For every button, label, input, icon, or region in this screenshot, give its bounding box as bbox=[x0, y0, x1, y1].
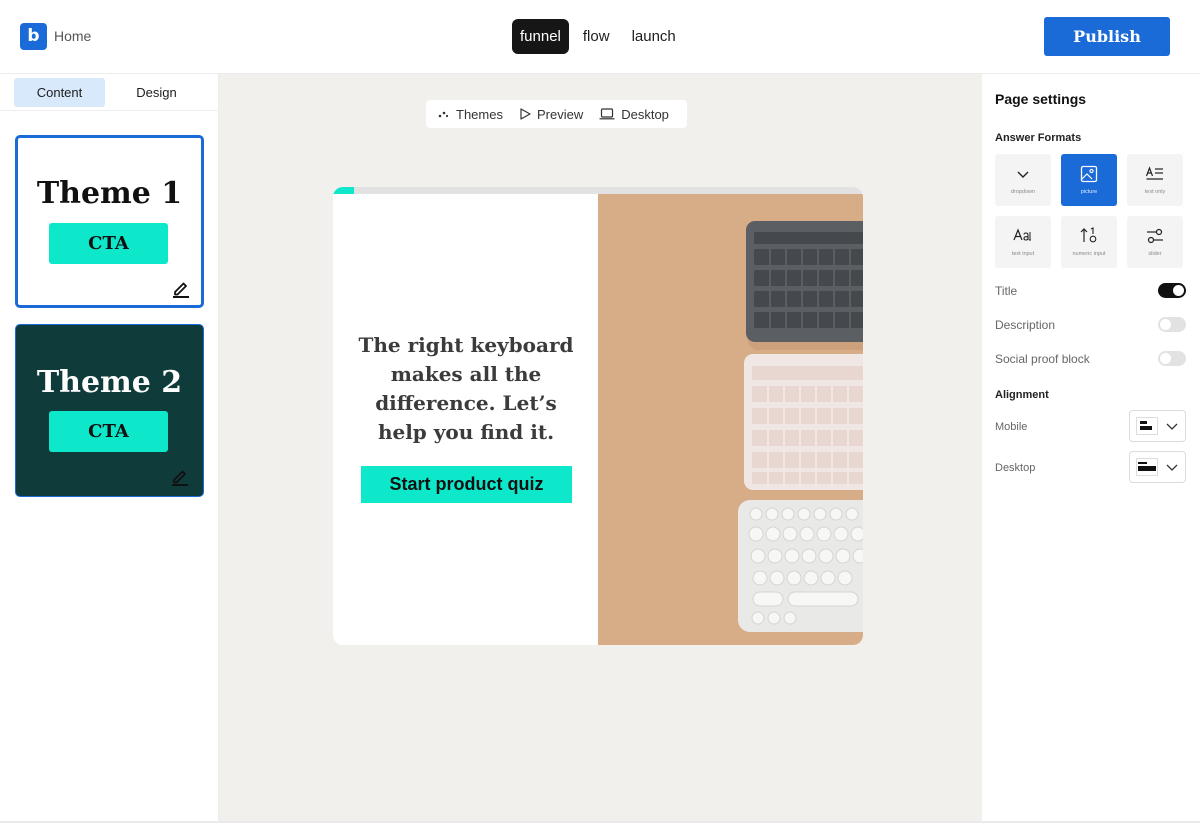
format-text-input[interactable]: text input bbox=[995, 216, 1051, 268]
chevron-down-icon bbox=[1166, 423, 1178, 430]
alignment-desktop-label: Desktop bbox=[995, 462, 1036, 474]
toggle-knob bbox=[1173, 285, 1184, 296]
description-toggle[interactable] bbox=[1158, 317, 1186, 332]
mobile-alignment-select[interactable] bbox=[1129, 410, 1186, 442]
answer-formats-heading: Answer Formats bbox=[995, 132, 1082, 144]
format-picture[interactable]: picture bbox=[1061, 154, 1117, 206]
format-dropdown[interactable]: dropdown bbox=[995, 154, 1051, 206]
themes-button[interactable]: Themes bbox=[438, 107, 503, 122]
theme-card-cta: CTA bbox=[49, 223, 168, 264]
canvas-toolbar: Themes Preview Desktop bbox=[426, 100, 687, 128]
laptop-icon bbox=[599, 108, 615, 120]
format-label: picture bbox=[1080, 189, 1098, 195]
progress-bar bbox=[333, 187, 863, 194]
toggle-knob bbox=[1160, 353, 1171, 364]
page-settings-panel: Page settings Answer Formats dropdown pi… bbox=[982, 74, 1200, 823]
start-quiz-button[interactable]: Start product quiz bbox=[361, 466, 572, 503]
edit-icon[interactable] bbox=[171, 278, 191, 298]
format-label: dropdown bbox=[1010, 189, 1036, 195]
left-panel-tabs: Content Design bbox=[0, 74, 219, 111]
align-full-icon bbox=[1136, 458, 1158, 476]
text-only-icon bbox=[1145, 166, 1163, 180]
step-funnel[interactable]: funnel bbox=[512, 19, 569, 54]
theme-card-1[interactable]: Theme 1 CTA bbox=[15, 135, 204, 308]
chevron-down-icon bbox=[1017, 171, 1029, 178]
home-link[interactable]: Home bbox=[54, 28, 91, 44]
format-label: numeric input bbox=[1072, 251, 1106, 257]
themes-label: Themes bbox=[456, 106, 503, 122]
top-bar: b Home funnel flow launch Publish bbox=[0, 0, 1200, 74]
format-numeric-input[interactable]: numeric input bbox=[1061, 216, 1117, 268]
toggle-knob bbox=[1160, 319, 1171, 330]
title-toggle[interactable] bbox=[1158, 283, 1186, 298]
play-icon bbox=[520, 108, 531, 120]
image-icon bbox=[1080, 165, 1098, 183]
theme-card-title: Theme 1 bbox=[36, 176, 183, 211]
preview-headline[interactable]: The right keyboard makes all the differe… bbox=[355, 331, 577, 447]
format-label: slider bbox=[1148, 251, 1162, 257]
toggle-social-proof-label: Social proof block bbox=[995, 352, 1090, 366]
theme-card-title: Theme 2 bbox=[36, 365, 183, 400]
device-button[interactable]: Desktop bbox=[599, 107, 669, 122]
tab-design[interactable]: Design bbox=[111, 78, 202, 107]
format-text-only[interactable]: text only bbox=[1127, 154, 1183, 206]
numeric-input-icon bbox=[1080, 227, 1097, 243]
social-proof-toggle[interactable] bbox=[1158, 351, 1186, 366]
left-panel: Content Design Theme 1 CTA Theme 2 CTA bbox=[0, 74, 219, 823]
keyboards-image bbox=[598, 194, 863, 645]
theme-card-2[interactable]: Theme 2 CTA bbox=[15, 324, 204, 497]
device-label: Desktop bbox=[621, 106, 669, 122]
toggle-description-label: Description bbox=[995, 318, 1056, 332]
preview-label: Preview bbox=[536, 106, 584, 122]
alignment-heading: Alignment bbox=[995, 389, 1049, 401]
align-left-icon bbox=[1136, 417, 1158, 435]
step-launch[interactable]: launch bbox=[624, 19, 684, 54]
desktop-alignment-select[interactable] bbox=[1129, 451, 1186, 483]
slider-icon bbox=[1147, 228, 1163, 244]
tab-content[interactable]: Content bbox=[14, 78, 105, 107]
answer-formats-grid: dropdown picture text only text input nu… bbox=[995, 154, 1183, 268]
theme-card-cta: CTA bbox=[49, 411, 168, 452]
format-slider[interactable]: slider bbox=[1127, 216, 1183, 268]
panel-title: Page settings bbox=[995, 91, 1087, 107]
sparkle-icon bbox=[438, 111, 449, 118]
keyboards-illustration bbox=[738, 221, 863, 632]
alignment-mobile-label: Mobile bbox=[995, 421, 1028, 433]
editor-canvas: Themes Preview Desktop The right keyboar… bbox=[219, 74, 982, 823]
format-label: text input bbox=[1011, 251, 1035, 257]
funnel-preview-card: The right keyboard makes all the differe… bbox=[333, 187, 863, 645]
toggle-title-label: Title bbox=[995, 284, 1018, 298]
progress-bar-fill bbox=[333, 187, 355, 194]
app-logo[interactable]: b bbox=[20, 23, 47, 50]
funnel-steps-nav: funnel flow launch bbox=[512, 19, 684, 54]
text-input-icon bbox=[1013, 228, 1031, 241]
preview-button[interactable]: Preview bbox=[519, 107, 583, 122]
edit-icon[interactable] bbox=[170, 466, 190, 486]
chevron-down-icon bbox=[1166, 464, 1178, 471]
step-flow[interactable]: flow bbox=[575, 19, 618, 54]
format-label: text only bbox=[1144, 189, 1166, 195]
publish-button[interactable]: Publish bbox=[1044, 17, 1170, 56]
